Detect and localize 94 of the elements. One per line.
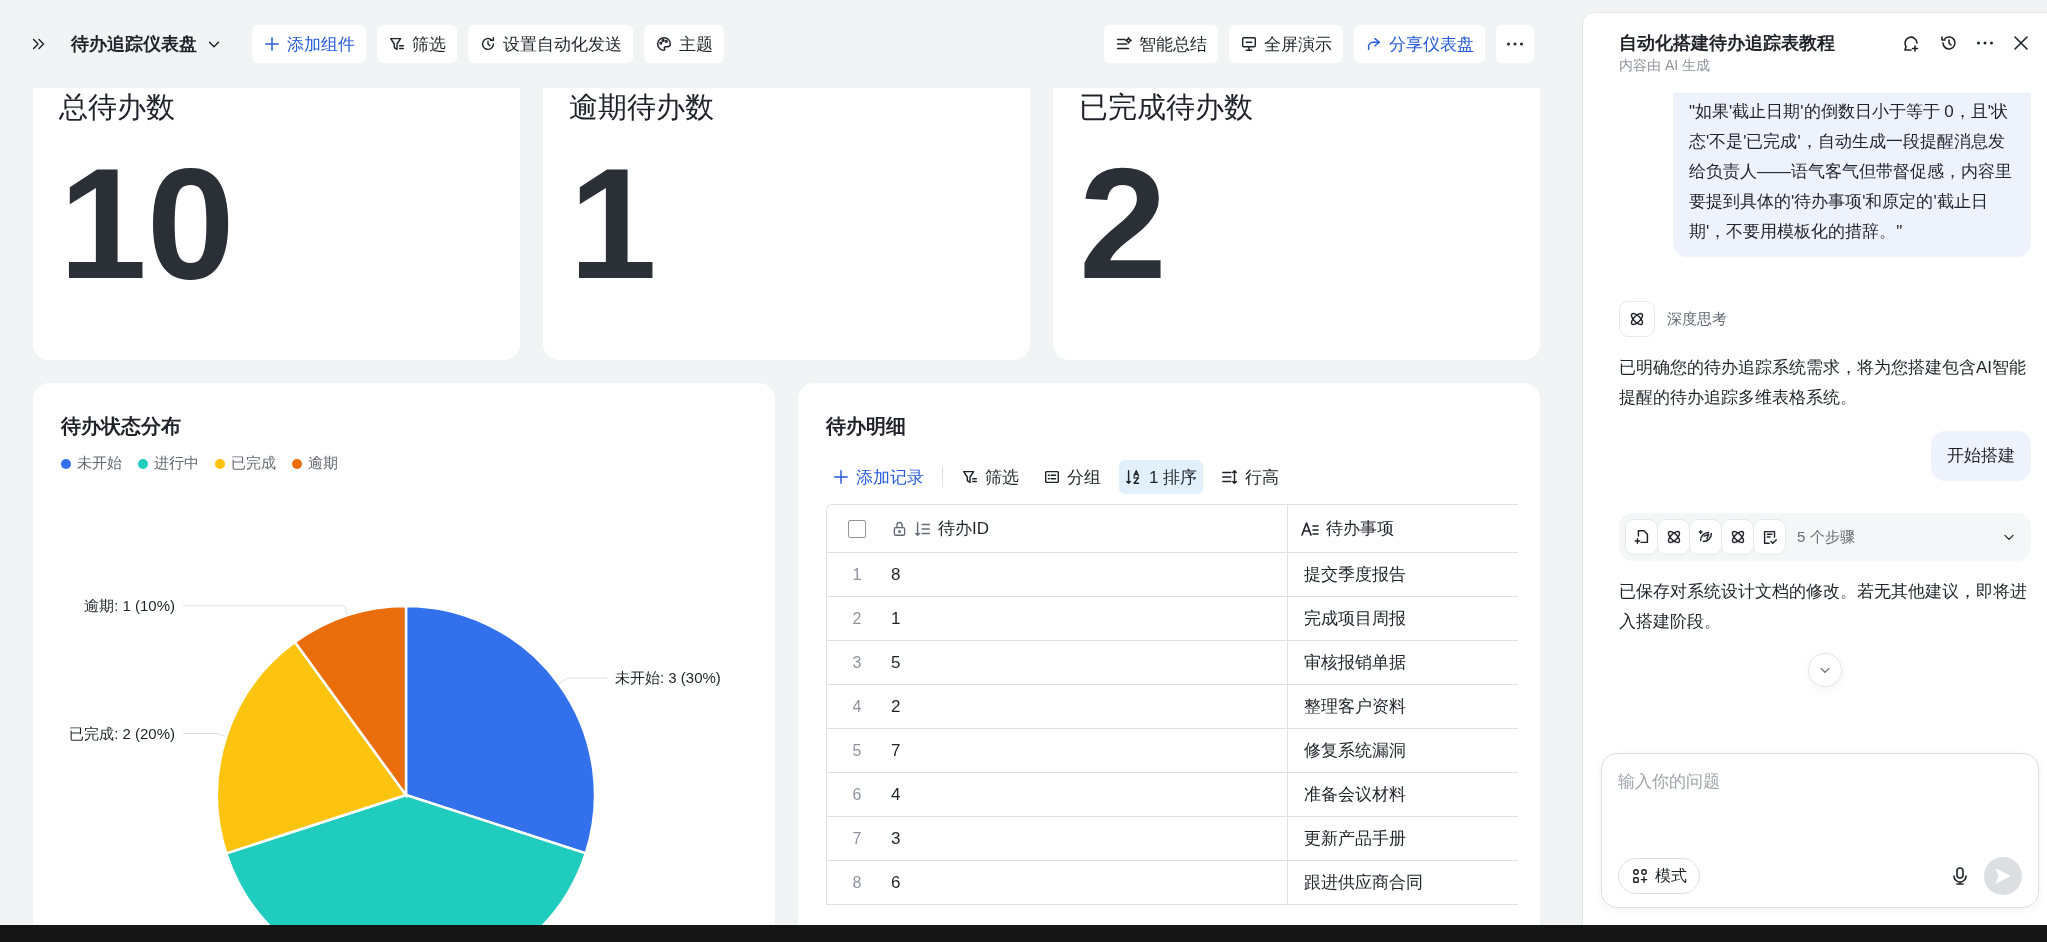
stat-title: 逾期待办数 — [569, 90, 714, 125]
row-number: 6 — [851, 785, 863, 804]
table-cell-text: 7 — [890, 740, 901, 761]
summary-button[interactable]: 智能总结 — [1104, 25, 1218, 63]
add-button[interactable]: 添加组件 — [252, 25, 366, 63]
present-button[interactable]: 全屏演示 — [1229, 25, 1343, 63]
assistant-message: 已保存对系统设计文档的修改。若无其他建议，即将进入搭建阶段。 — [1619, 581, 2028, 633]
row-number: 2 — [851, 609, 863, 628]
chart-title: 待办状态分布 — [61, 414, 181, 439]
table-cell-text: 修复系统漏洞 — [1303, 740, 1406, 762]
user-message-bubble: 开始搭建 — [1931, 431, 2031, 481]
slice-label: 未开始: 3 (30%) — [615, 669, 721, 687]
table-cell-text: 8 — [890, 564, 901, 585]
row-number: 5 — [851, 741, 863, 760]
plus-icon — [263, 35, 281, 53]
steps-count: 5 个步骤 — [1797, 527, 1856, 547]
stat-title: 总待办数 — [59, 90, 175, 125]
row-height-button[interactable]: 行高 — [1215, 460, 1286, 494]
history-button[interactable] — [1939, 33, 1959, 53]
mode-button[interactable]: 模式 — [1618, 858, 1700, 894]
row-number: 4 — [851, 697, 863, 716]
table-cell-text: 跟进供应商合同 — [1303, 872, 1423, 894]
table-cell-text: 6 — [890, 872, 901, 893]
table-cell-text: 更新产品手册 — [1303, 828, 1406, 850]
column-header[interactable]: 待办事项 — [1326, 517, 1394, 540]
user-message-bubble: "如果'截止日期'的倒数日小于等于 0，且'状态'不是'已完成'，自动生成一段提醒消息发给负责人——语气客气但带督促感，内容里要提到具体的'待办事项'和原定的'截止日期'，不要用模板化的措辞。" — [1673, 93, 2031, 257]
atom-glyph-icon — [1628, 310, 1646, 328]
steps-bar[interactable]: 5 个步骤 — [1619, 513, 2031, 561]
row-height-icon — [1221, 468, 1240, 486]
microphone-icon — [1950, 866, 1970, 886]
sort-button[interactable]: 1 排序 — [1119, 460, 1204, 494]
table-cell-text: 1 — [890, 608, 901, 629]
table-cell-text: 整理客户资料 — [1303, 696, 1406, 718]
legend-label: 逾期 — [308, 454, 338, 473]
table-cell-text: 完成项目周报 — [1303, 608, 1406, 630]
more-icon — [1507, 42, 1523, 46]
panel-subtitle: 内容由 AI 生成 — [1619, 57, 1710, 75]
theme-button[interactable]: 主题 — [644, 25, 724, 63]
microphone-button[interactable] — [1950, 866, 1970, 886]
legend-label: 未开始 — [77, 454, 122, 473]
stat-value: 1 — [569, 144, 657, 302]
column-header[interactable]: 待办ID — [938, 517, 989, 540]
share-icon — [1365, 35, 1383, 53]
question-input-field[interactable]: 输入你的问题 模式 — [1601, 753, 2039, 908]
dashboard-title: 待办追踪仪表盘 — [71, 33, 197, 56]
table-cell-text: 3 — [890, 828, 901, 849]
filter-icon — [961, 468, 979, 486]
assistant-message: 已明确您的待办追踪系统需求，将为您搭建包含AI智能提醒的待办追踪多维表格系统。 — [1619, 357, 2028, 409]
clock-arrow-icon — [479, 35, 497, 53]
chat-plus-icon — [1901, 33, 1921, 53]
leader-line — [558, 677, 608, 685]
panel-title: 自动化搭建待办追踪表教程 — [1619, 32, 1835, 55]
slice-label: 已完成: 2 (20%) — [69, 724, 175, 742]
stat-title: 已完成待办数 — [1079, 90, 1253, 125]
plus-icon — [832, 468, 850, 486]
step-icon — [1632, 528, 1651, 546]
close-icon — [2011, 33, 2031, 53]
table-cell-text: 提交季度报告 — [1303, 564, 1406, 586]
legend-label: 已完成 — [231, 454, 276, 473]
apps-icon — [1631, 867, 1649, 885]
group-button[interactable]: 分组 — [1037, 460, 1107, 494]
table-cell-text: 4 — [890, 784, 901, 805]
filter-button[interactable]: 筛选 — [377, 25, 457, 63]
leader-line — [182, 733, 227, 738]
more-icon — [1977, 41, 1993, 45]
row-number: 1 — [851, 565, 863, 584]
table-cell-text: 审核报销单据 — [1303, 652, 1406, 674]
presentation-icon — [1240, 35, 1258, 53]
deep-thinking-label: 深度思考 — [1667, 309, 1727, 329]
filter-button[interactable]: 筛选 — [955, 460, 1025, 494]
palette-icon — [655, 35, 673, 53]
close-button[interactable] — [2011, 33, 2031, 53]
lock-icon — [891, 520, 908, 537]
table-cell-text: 2 — [890, 696, 901, 717]
automation-button[interactable]: 设置自动化发送 — [468, 25, 633, 63]
slice-label: 逾期: 1 (10%) — [84, 596, 175, 614]
share-button[interactable]: 分享仪表盘 — [1354, 25, 1485, 63]
number-list-icon — [914, 519, 932, 538]
stat-value: 10 — [59, 144, 235, 302]
select-all-checkbox[interactable] — [848, 519, 866, 538]
table-title: 待办明细 — [826, 414, 906, 439]
table-cell-text: 准备会议材料 — [1303, 784, 1406, 806]
row-number: 7 — [851, 829, 863, 848]
row-number: 3 — [851, 653, 863, 672]
table-cell-text: 5 — [890, 652, 901, 673]
group-icon — [1043, 468, 1061, 486]
row-number: 8 — [851, 873, 863, 892]
filter-icon — [388, 35, 406, 53]
new-chat-button[interactable] — [1901, 33, 1921, 53]
stat-value: 2 — [1079, 144, 1167, 302]
send-icon — [1994, 867, 2012, 885]
history-icon — [1939, 33, 1959, 53]
legend-label: 进行中 — [154, 454, 199, 473]
add-button[interactable]: 添加记录 — [826, 460, 930, 494]
